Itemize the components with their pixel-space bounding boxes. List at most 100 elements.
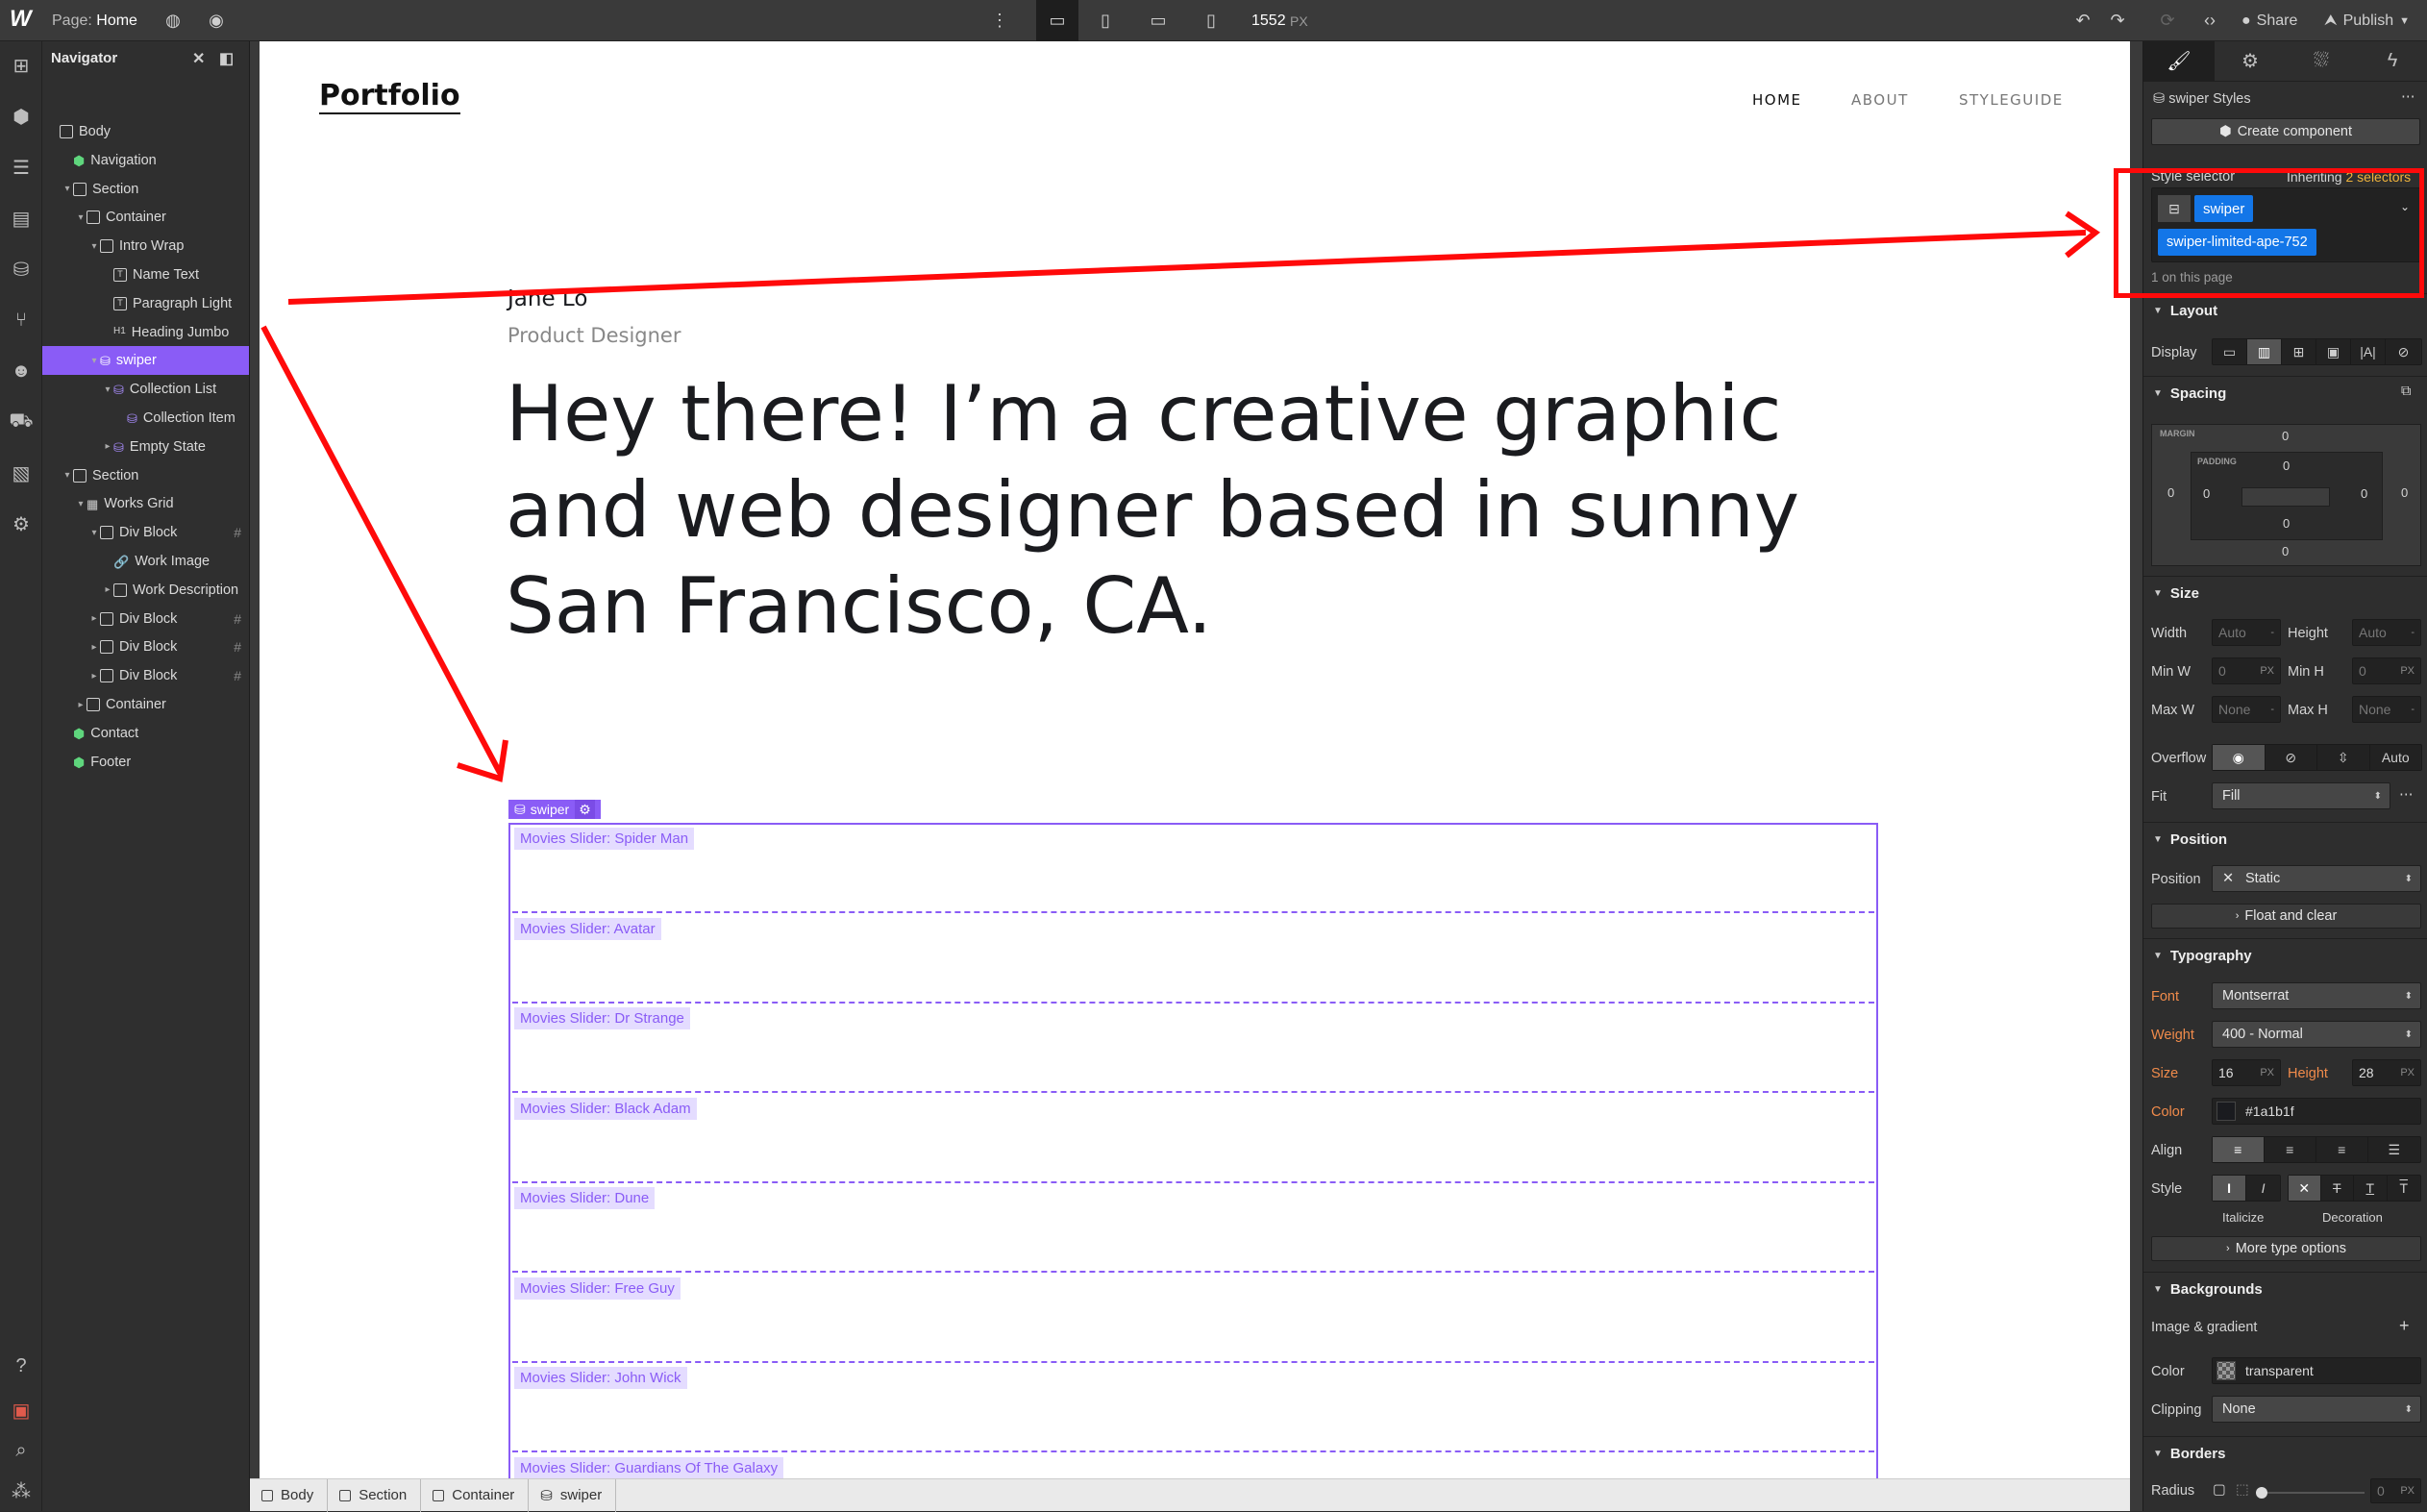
- undo-icon[interactable]: ↶: [2068, 7, 2097, 36]
- nav-item-intro-wrap[interactable]: ▾ Intro Wrap: [42, 232, 249, 260]
- site-logo[interactable]: Portfolio: [319, 80, 460, 114]
- display-grid-icon[interactable]: ⊞: [2282, 339, 2316, 364]
- tree-caret-icon[interactable]: ▾: [88, 241, 100, 252]
- site-nav-about[interactable]: ABOUT: [1851, 91, 1909, 109]
- tree-caret-icon[interactable]: ▾: [88, 528, 100, 538]
- borders-section-header[interactable]: ▼ Borders: [2143, 1436, 2427, 1471]
- video-tutorial-icon[interactable]: ▣: [7, 1396, 36, 1425]
- redo-icon[interactable]: ↷: [2103, 7, 2132, 36]
- tree-caret-icon[interactable]: ▸: [75, 700, 87, 710]
- paragraph-light[interactable]: Product Designer: [508, 324, 681, 347]
- webflow-logo-icon[interactable]: W: [10, 6, 38, 35]
- more-options-icon[interactable]: ⋯: [2401, 89, 2415, 105]
- margin-bottom[interactable]: 0: [2282, 544, 2289, 558]
- breadcrumb-container[interactable]: Container: [421, 1478, 530, 1512]
- nav-item-swiper[interactable]: ▾ ⛁ swiper: [42, 346, 249, 376]
- display-inline-block-icon[interactable]: ▣: [2316, 339, 2351, 364]
- nav-item-div-block[interactable]: ▸ Div Block #: [42, 605, 249, 633]
- nav-item-div-block[interactable]: ▸ Div Block #: [42, 632, 249, 661]
- pages-icon[interactable]: ▤: [7, 204, 36, 233]
- typography-section-header[interactable]: ▼ Typography: [2143, 938, 2427, 973]
- design-canvas[interactable]: Portfolio HOME ABOUT STYLEGUIDE Jane Lo …: [260, 41, 2130, 1478]
- fit-more-icon[interactable]: ⋯: [2399, 787, 2414, 803]
- max-height-input[interactable]: None -: [2352, 696, 2421, 723]
- nav-item-container[interactable]: ▾ Container: [42, 203, 249, 232]
- min-width-input[interactable]: 0 PX: [2212, 657, 2281, 684]
- nav-item-section[interactable]: ▾ Section: [42, 175, 249, 204]
- nav-item-div-block[interactable]: ▸ Div Block #: [42, 661, 249, 690]
- align-justify-icon[interactable]: ☰: [2368, 1137, 2420, 1162]
- underline-icon[interactable]: T: [2354, 1176, 2388, 1201]
- nav-item-empty-state[interactable]: ▸ ⛁ Empty State: [42, 433, 249, 461]
- transparent-swatch[interactable]: [2216, 1361, 2236, 1380]
- nav-item-div-block[interactable]: ▾ Div Block #: [42, 518, 249, 547]
- name-text[interactable]: Jane Lo: [508, 286, 587, 311]
- spacing-section-header[interactable]: ▼ Spacing: [2143, 376, 2427, 410]
- position-select[interactable]: ✕ Static ⬍: [2212, 865, 2421, 892]
- cms-icon[interactable]: ⛁: [7, 255, 36, 284]
- radius-individual-icon[interactable]: ⬚: [2236, 1482, 2249, 1498]
- create-component-button[interactable]: ⬢ Create component: [2151, 118, 2420, 145]
- style-manager-drops-icon[interactable]: ⛆: [2286, 41, 2357, 81]
- style-brush-icon[interactable]: 🖌: [2143, 41, 2215, 81]
- desktop-breakpoint-icon[interactable]: ▭: [1043, 7, 1072, 36]
- site-nav-styleguide[interactable]: STYLEGUIDE: [1959, 91, 2064, 109]
- nav-item-work-description[interactable]: ▸ Work Description: [42, 576, 249, 605]
- text-color-input[interactable]: #1a1b1f: [2212, 1098, 2421, 1125]
- padding-right[interactable]: 0: [2361, 486, 2367, 501]
- padding-left[interactable]: 0: [2203, 486, 2210, 501]
- font-size-input[interactable]: 16 PX: [2212, 1059, 2281, 1086]
- collection-item[interactable]: Movies Slider: Spider Man: [512, 825, 1874, 913]
- tree-caret-icon[interactable]: ▾: [88, 356, 100, 366]
- more-type-options-button[interactable]: › More type options: [2151, 1236, 2421, 1261]
- apps-icon[interactable]: ⁂: [7, 1476, 36, 1505]
- tree-caret-icon[interactable]: ▾: [62, 470, 73, 481]
- line-height-input[interactable]: 28 PX: [2352, 1059, 2421, 1086]
- tree-caret-icon[interactable]: ▸: [102, 584, 113, 595]
- collection-item[interactable]: Movies Slider: Black Adam: [512, 1095, 1874, 1183]
- nav-item-work-image[interactable]: 🔗 Work Image: [42, 547, 249, 576]
- overline-icon[interactable]: T: [2388, 1176, 2420, 1201]
- tree-caret-icon[interactable]: ▾: [75, 499, 87, 509]
- dock-panel-icon[interactable]: ◧: [219, 49, 234, 68]
- nav-item-contact[interactable]: ⬢ Contact: [42, 719, 249, 748]
- collection-item[interactable]: Movies Slider: John Wick: [512, 1364, 1874, 1452]
- ecommerce-icon[interactable]: ⛟: [7, 408, 36, 436]
- display-block-icon[interactable]: ▭: [2213, 339, 2247, 364]
- breadcrumb-section[interactable]: Section: [328, 1478, 422, 1512]
- tree-caret-icon[interactable]: ▾: [62, 184, 73, 194]
- position-section-header[interactable]: ▼ Position: [2143, 822, 2427, 856]
- overflow-hidden-icon[interactable]: ⊘: [2266, 745, 2317, 770]
- users-icon[interactable]: ☻: [7, 357, 36, 385]
- spacing-preset-icon[interactable]: ⧉: [2401, 384, 2411, 399]
- overflow-scroll-icon[interactable]: ⇳: [2317, 745, 2370, 770]
- preview-eye-icon[interactable]: ◉: [202, 7, 231, 36]
- heading-jumbo[interactable]: Hey there! I’m a creative graphic and we…: [506, 366, 1928, 655]
- mobile-landscape-icon[interactable]: ▭: [1144, 7, 1173, 36]
- logic-icon[interactable]: ⑂: [7, 306, 36, 335]
- display-none-icon[interactable]: ⊘: [2386, 339, 2421, 364]
- radius-input[interactable]: 0 PX: [2370, 1478, 2421, 1503]
- radius-all-icon[interactable]: ▢: [2213, 1482, 2226, 1498]
- publish-button[interactable]: ⮝ Publish ▼: [2324, 0, 2410, 41]
- tree-caret-icon[interactable]: ▾: [75, 212, 87, 223]
- clipping-select[interactable]: None ⬍: [2212, 1396, 2421, 1423]
- settings-gear-icon[interactable]: ⚙: [2215, 41, 2286, 81]
- search-icon[interactable]: ⌕: [7, 1436, 36, 1465]
- collection-item[interactable]: Movies Slider: Dr Strange: [512, 1004, 1874, 1093]
- align-right-icon[interactable]: ≡: [2316, 1137, 2368, 1162]
- collection-item[interactable]: Movies Slider: Avatar: [512, 915, 1874, 1004]
- tablet-breakpoint-icon[interactable]: ▯: [1091, 7, 1120, 36]
- help-icon[interactable]: ?: [7, 1351, 36, 1380]
- radius-slider[interactable]: [2256, 1487, 2365, 1499]
- nav-item-heading-jumbo[interactable]: H1 Heading Jumbo: [42, 318, 249, 347]
- padding-top[interactable]: 0: [2283, 459, 2290, 473]
- tree-caret-icon[interactable]: ▸: [88, 642, 100, 653]
- strikethrough-icon[interactable]: T: [2321, 1176, 2355, 1201]
- swiper-collection-list[interactable]: Movies Slider: Spider Man Movies Slider: …: [508, 823, 1878, 1478]
- fit-select[interactable]: Fill ⬍: [2212, 782, 2390, 809]
- interactions-bolt-icon[interactable]: ϟ: [2357, 41, 2427, 81]
- layout-section-header[interactable]: ▼ Layout: [2143, 293, 2427, 328]
- nav-item-collection-item[interactable]: ⛁ Collection Item: [42, 404, 249, 433]
- more-vertical-icon[interactable]: ⋮: [985, 7, 1014, 36]
